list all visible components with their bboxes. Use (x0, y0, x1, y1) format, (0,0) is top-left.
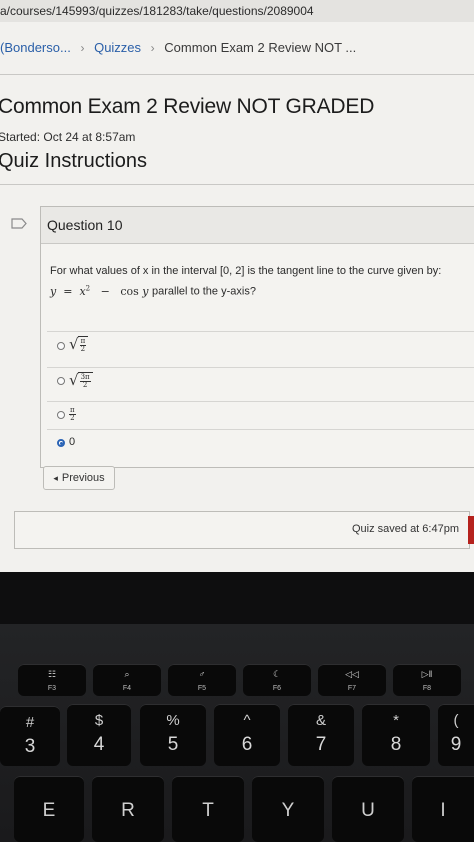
breadcrumb-current: Common Exam 2 Review NOT ... (164, 40, 357, 55)
answer-radio-2[interactable] (57, 377, 65, 385)
rewind-icon: ◁◁ (345, 669, 359, 679)
question-prompt: For what values of x in the interval [0,… (50, 263, 470, 301)
quiz-saved-status: Quiz saved at 6:47pm (351, 523, 459, 535)
address-bar[interactable]: a/courses/145993/quizzes/181283/take/que… (0, 0, 474, 23)
key-f8[interactable]: ▷‖ F8 (393, 664, 461, 696)
breadcrumb-quizzes-link[interactable]: Quizzes (94, 40, 141, 55)
chevron-right-icon: › (150, 41, 155, 55)
key-7[interactable]: & 7 (288, 704, 354, 766)
prompt-end: parallel to the y-axis? (152, 285, 256, 298)
divider (47, 429, 474, 430)
microphone-icon: ♂ (198, 669, 206, 679)
laptop-bezel (0, 572, 474, 624)
prompt-text: For what values of x in the interval [0,… (50, 265, 442, 277)
divider (0, 184, 474, 185)
previous-button[interactable]: ◂ Previous (43, 466, 115, 490)
submit-button-edge[interactable] (468, 516, 474, 544)
flag-question-icon[interactable] (11, 218, 27, 229)
equation: y = x2 − cos y (50, 284, 149, 298)
answer-option-3[interactable]: π2 (69, 407, 76, 422)
page-title: Common Exam 2 Review NOT GRADED (0, 95, 375, 118)
key-6[interactable]: ^ 6 (214, 704, 280, 766)
key-f3[interactable]: ☷ F3 (18, 664, 86, 696)
breadcrumb: (Bonderso... › Quizzes › Common Exam 2 R… (0, 40, 474, 55)
keyboard: ☷ F3 ⌕ F4 ♂ F5 ☾ F6 ◁◁ F7 ▷‖ F8 # 3 $ 4 … (0, 624, 474, 842)
divider (47, 331, 474, 332)
divider (0, 74, 474, 75)
url-text: a/courses/145993/quizzes/181283/take/que… (0, 4, 314, 18)
browser-screen: a/courses/145993/quizzes/181283/take/que… (0, 0, 474, 572)
answer-radio-1[interactable] (57, 342, 65, 350)
key-8[interactable]: * 8 (362, 704, 430, 766)
key-f6[interactable]: ☾ F6 (243, 664, 311, 696)
answer-option-2[interactable]: √ 3π 2 (69, 371, 93, 389)
answer-option-1[interactable]: √ π2 (69, 335, 89, 353)
search-icon: ⌕ (124, 669, 130, 679)
previous-label: Previous (61, 472, 105, 484)
key-9[interactable]: ( 9 (438, 704, 474, 766)
question-header: Question 10 (41, 207, 474, 244)
mission-control-icon: ☷ (47, 669, 57, 679)
answer-radio-3[interactable] (57, 411, 65, 419)
started-timestamp: Started: Oct 24 at 8:57am (0, 130, 136, 144)
caret-left-icon: ◂ (53, 473, 58, 483)
moon-icon: ☾ (272, 669, 282, 679)
play-pause-icon: ▷‖ (421, 669, 433, 679)
answer-option-4[interactable]: 0 (69, 436, 75, 448)
key-f5[interactable]: ♂ F5 (168, 664, 236, 696)
key-r[interactable]: R (92, 776, 164, 842)
key-t[interactable]: T (172, 776, 244, 842)
question-card: Question 10 For what values of x in the … (40, 206, 474, 468)
divider (47, 367, 474, 368)
key-3[interactable]: # 3 (0, 706, 60, 766)
key-f7[interactable]: ◁◁ F7 (318, 664, 386, 696)
key-y[interactable]: Y (252, 776, 324, 842)
answer-radio-4[interactable] (57, 439, 65, 447)
divider (47, 401, 474, 402)
chevron-right-icon: › (80, 41, 85, 55)
instructions-heading: Quiz Instructions (0, 150, 147, 172)
key-i[interactable]: I (412, 776, 474, 842)
key-e[interactable]: E (14, 776, 84, 842)
breadcrumb-course-link[interactable]: (Bonderso... (0, 40, 71, 55)
question-title: Question 10 (47, 217, 123, 233)
page-content: (Bonderso... › Quizzes › Common Exam 2 R… (0, 22, 474, 572)
key-4[interactable]: $ 4 (67, 704, 131, 766)
key-u[interactable]: U (332, 776, 404, 842)
quiz-status-bar: Quiz saved at 6:47pm (14, 511, 470, 549)
key-f4[interactable]: ⌕ F4 (93, 664, 161, 696)
key-5[interactable]: % 5 (140, 704, 206, 766)
